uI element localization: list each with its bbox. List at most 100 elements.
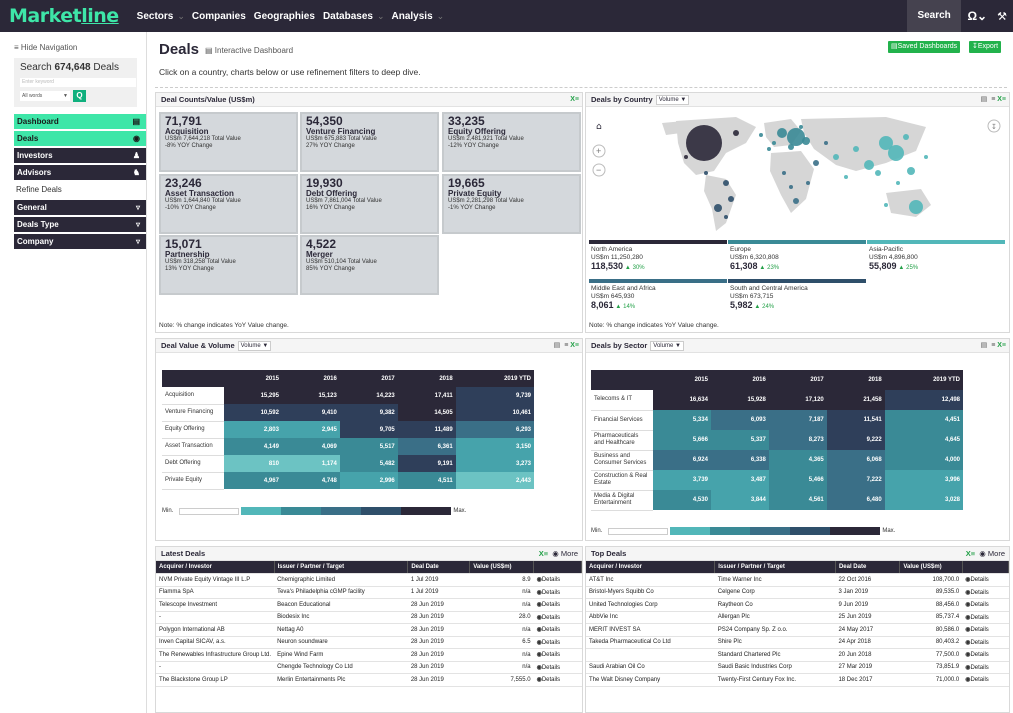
table-icon[interactable]: ≡	[564, 342, 568, 349]
country-bubble[interactable]	[728, 196, 734, 202]
heatmap-cell[interactable]: 6,338	[710, 450, 769, 470]
heatmap-cell[interactable]: 3,996	[884, 470, 963, 490]
details-link[interactable]: ◉Details	[962, 611, 1009, 624]
country-bubble[interactable]	[896, 181, 900, 185]
bar-chart-icon[interactable]: ▤	[981, 342, 988, 349]
details-link[interactable]: ◉Details	[533, 673, 582, 687]
year-header[interactable]: 2018	[397, 370, 456, 387]
heatmap-cell[interactable]: 2,803	[224, 421, 282, 438]
details-link[interactable]: ◉Details	[533, 573, 582, 587]
row-label[interactable]: Business and Consumer Services	[591, 450, 653, 471]
column-header[interactable]: Issuer / Partner / Target	[714, 561, 836, 574]
heatmap-cell[interactable]: 9,739	[455, 387, 534, 404]
country-bubble[interactable]	[777, 128, 787, 138]
excel-icon[interactable]: X≡	[570, 96, 579, 103]
country-bubble[interactable]	[875, 170, 881, 176]
row-label[interactable]: Construction & Real Estate	[591, 470, 653, 491]
heatmap-cell[interactable]: 5,517	[339, 438, 398, 455]
country-bubble[interactable]	[767, 147, 771, 151]
user-icon[interactable]: Ω⌄	[967, 9, 987, 23]
world-map[interactable]: ⌂ + − ↧	[586, 113, 1004, 240]
row-label[interactable]: Acquisition	[162, 387, 224, 405]
heatmap-cell[interactable]: 4,000	[884, 450, 963, 470]
table-row[interactable]: The Walt Disney Company Twenty-First Cent…	[586, 673, 1009, 687]
deal-tile[interactable]: 15,071 Partnership US$m 318,258 Total Valu…	[159, 235, 298, 295]
deal-tile[interactable]: 71,791 Acquisition US$m 7,644,218 Total Va…	[159, 112, 298, 172]
row-label[interactable]: Venture Financing	[162, 404, 224, 422]
table-row[interactable]: The Blackstone Group LP Merlin Entertainm…	[156, 673, 582, 687]
details-link[interactable]: ◉Details	[533, 586, 582, 599]
volume-select[interactable]: Volume ▼	[237, 341, 272, 351]
details-link[interactable]: ◉Details	[962, 573, 1009, 587]
country-bubble[interactable]	[907, 167, 915, 175]
table-row[interactable]: Inven Capital SICAV, a.s. Neuron soundwar…	[156, 636, 582, 649]
heatmap-cell[interactable]: 5,337	[710, 430, 769, 450]
year-header[interactable]: 2016	[710, 370, 769, 390]
details-link[interactable]: ◉Details	[962, 673, 1009, 687]
heatmap-cell[interactable]: 10,461	[455, 404, 534, 421]
country-bubble[interactable]	[714, 204, 722, 212]
country-bubble[interactable]	[793, 198, 799, 204]
heatmap-cell[interactable]: 4,967	[224, 472, 282, 489]
bar-chart-icon[interactable]: ▤	[554, 342, 561, 349]
excel-icon[interactable]: X≡	[997, 96, 1006, 103]
search-go-button[interactable]: Q	[73, 90, 86, 102]
country-bubble[interactable]	[787, 128, 805, 146]
heatmap-cell[interactable]: 4,645	[884, 430, 963, 450]
country-bubble[interactable]	[684, 155, 688, 159]
country-bubble[interactable]	[924, 155, 928, 159]
heatmap-cell[interactable]: 2,945	[281, 421, 340, 438]
year-header[interactable]: 2015	[224, 370, 282, 387]
nav-databases[interactable]: Databases	[319, 11, 377, 22]
sidebar-item-deals[interactable]: Deals ◉	[14, 131, 146, 146]
country-bubble[interactable]	[759, 133, 763, 137]
heatmap-cell[interactable]: 4,530	[653, 490, 711, 510]
heatmap-cell[interactable]: 4,748	[281, 472, 340, 489]
row-label[interactable]: Debt Offering	[162, 455, 224, 473]
deal-tile[interactable]: 19,665 Private Equity US$m 2,281,298 Total…	[442, 174, 581, 234]
table-row[interactable]: Saudi Arabian Oil Co Saudi Basic Industri…	[586, 661, 1009, 674]
row-label[interactable]: Private Equity	[162, 472, 224, 490]
heatmap-cell[interactable]: 8,273	[768, 430, 827, 450]
table-row[interactable]: The Renewables Infrastructure Group Ltd.…	[156, 648, 582, 662]
country-bubble[interactable]	[864, 160, 874, 170]
nav-sectors[interactable]: Sectors	[133, 11, 178, 22]
column-header[interactable]: Deal Date	[835, 561, 901, 574]
heatmap-cell[interactable]: 1,174	[281, 455, 340, 472]
heatmap-cell[interactable]: 4,069	[281, 438, 340, 455]
country-bubble[interactable]	[806, 181, 810, 185]
more-link[interactable]: X≡ ◉ More	[539, 547, 578, 561]
heatmap-cell[interactable]: 15,928	[710, 390, 769, 410]
heatmap-cell[interactable]: 7,187	[768, 410, 827, 430]
year-header[interactable]: 2019 YTD	[455, 370, 534, 387]
table-row[interactable]: - Biodesix Inc 28 Jun 2019 28.0 ◉Details	[156, 611, 582, 624]
country-bubble[interactable]	[802, 137, 810, 145]
country-bubble[interactable]	[824, 141, 828, 145]
heatmap-cell[interactable]: 5,666	[653, 430, 711, 450]
country-bubble[interactable]	[704, 171, 708, 175]
deal-tile[interactable]: 54,350 Venture Financing US$m 675,883 Tota…	[300, 112, 439, 172]
column-header[interactable]: Value (US$m)	[899, 561, 963, 574]
details-link[interactable]: ◉Details	[962, 661, 1009, 674]
heatmap-cell[interactable]: 16,634	[653, 390, 711, 410]
sidebar-item-advisors[interactable]: Advisors ♞	[14, 165, 146, 180]
year-header[interactable]: 2018	[826, 370, 885, 390]
row-label[interactable]: Financial Services	[591, 410, 653, 431]
year-header[interactable]: 2015	[653, 370, 711, 390]
filter-deals-type[interactable]: Deals Type ▿	[14, 217, 146, 232]
heatmap-cell[interactable]: 5,466	[768, 470, 827, 490]
filter-general[interactable]: General ▿	[14, 200, 146, 215]
country-bubble[interactable]	[789, 185, 793, 189]
country-bubble[interactable]	[723, 180, 729, 186]
heatmap-cell[interactable]: 5,334	[653, 410, 711, 430]
heatmap-cell[interactable]: 4,451	[884, 410, 963, 430]
details-link[interactable]: ◉Details	[962, 636, 1009, 649]
keyword-input[interactable]: Enter keyword	[20, 78, 136, 87]
table-row[interactable]: Polygon International AB Nettag A0 28 Jun …	[156, 623, 582, 637]
deal-tile[interactable]: 23,246 Asset Transaction US$m 1,644,840 To…	[159, 174, 298, 234]
heatmap-cell[interactable]: 15,123	[281, 387, 340, 404]
region-item[interactable]: North America US$m 11,250,280 118,530 ▲ 30…	[591, 246, 645, 272]
heatmap-cell[interactable]: 7,222	[826, 470, 885, 490]
brand-logo[interactable]: Marketline	[9, 5, 119, 27]
country-bubble[interactable]	[772, 141, 776, 145]
